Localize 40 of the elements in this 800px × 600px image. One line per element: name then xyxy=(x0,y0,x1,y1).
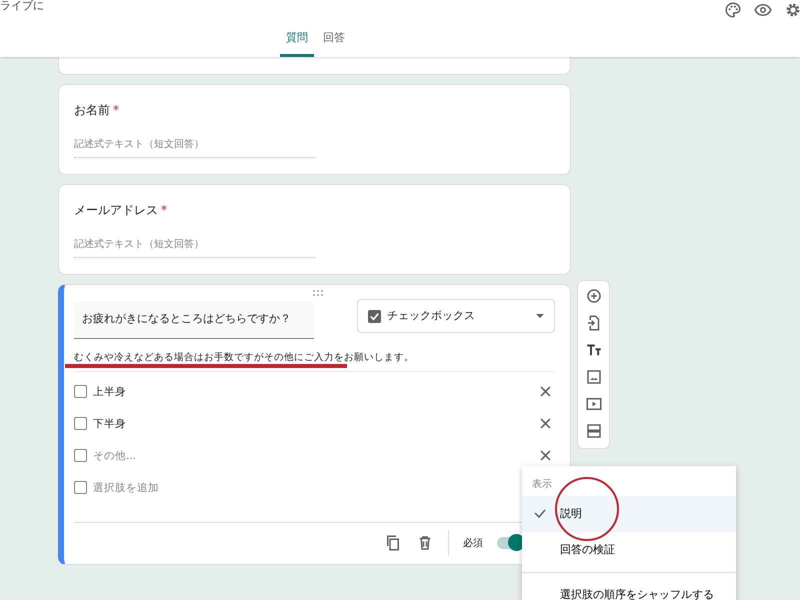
document-title: ライブに xyxy=(0,0,44,14)
drag-handle-icon[interactable] xyxy=(312,290,324,296)
video-icon[interactable] xyxy=(584,395,602,413)
required-asterisk: * xyxy=(161,202,167,219)
section-icon[interactable] xyxy=(584,422,602,440)
copy-icon[interactable] xyxy=(384,534,402,552)
option-label: 上半身 xyxy=(93,386,126,398)
add-option-button[interactable]: 選択肢を追加 xyxy=(93,482,159,494)
caret-icon xyxy=(536,314,544,318)
menu-item[interactable]: 回答の検証 xyxy=(522,532,736,568)
checkbox-icon xyxy=(368,310,381,322)
checkbox[interactable] xyxy=(74,417,87,430)
checkbox[interactable] xyxy=(74,385,87,398)
close-icon[interactable] xyxy=(540,386,551,398)
eye-icon[interactable] xyxy=(754,1,772,19)
close-icon[interactable] xyxy=(540,450,551,462)
answer-field[interactable]: 記述式テキスト（短文回答） xyxy=(74,231,316,258)
question-type-dropdown[interactable]: チェックボックス xyxy=(357,299,555,333)
checkbox[interactable] xyxy=(74,449,87,462)
required-toggle[interactable] xyxy=(497,537,523,550)
annotation-circle xyxy=(554,476,620,542)
answer-field[interactable]: 記述式テキスト（短文回答） xyxy=(74,131,316,158)
settings-icon[interactable] xyxy=(784,1,800,19)
close-icon[interactable] xyxy=(540,418,551,430)
image-icon[interactable] xyxy=(584,368,602,386)
option-label: 下半身 xyxy=(93,418,126,430)
required-label: 必須 xyxy=(463,536,483,551)
question-title-field[interactable]: お疲れがきになるところはどちらですか？ xyxy=(74,301,314,338)
menu-item[interactable]: 説明 xyxy=(522,496,736,532)
palette-icon[interactable] xyxy=(724,1,742,19)
menu-heading: 表示 xyxy=(531,478,552,492)
add-icon[interactable] xyxy=(584,287,602,305)
menu-item[interactable]: 選択肢の順序をシャッフルする xyxy=(522,577,736,600)
tab[interactable]: 回答 xyxy=(317,26,351,57)
question-description: むくみや冷えなどある場合はお手数ですがその他にご入力をお願いします。 xyxy=(74,350,415,364)
question-title: お名前 xyxy=(74,102,110,119)
option-label[interactable]: その他... xyxy=(93,450,136,462)
question-title: メールアドレス xyxy=(74,202,158,219)
checkbox[interactable] xyxy=(74,481,87,494)
required-asterisk: * xyxy=(113,102,119,119)
